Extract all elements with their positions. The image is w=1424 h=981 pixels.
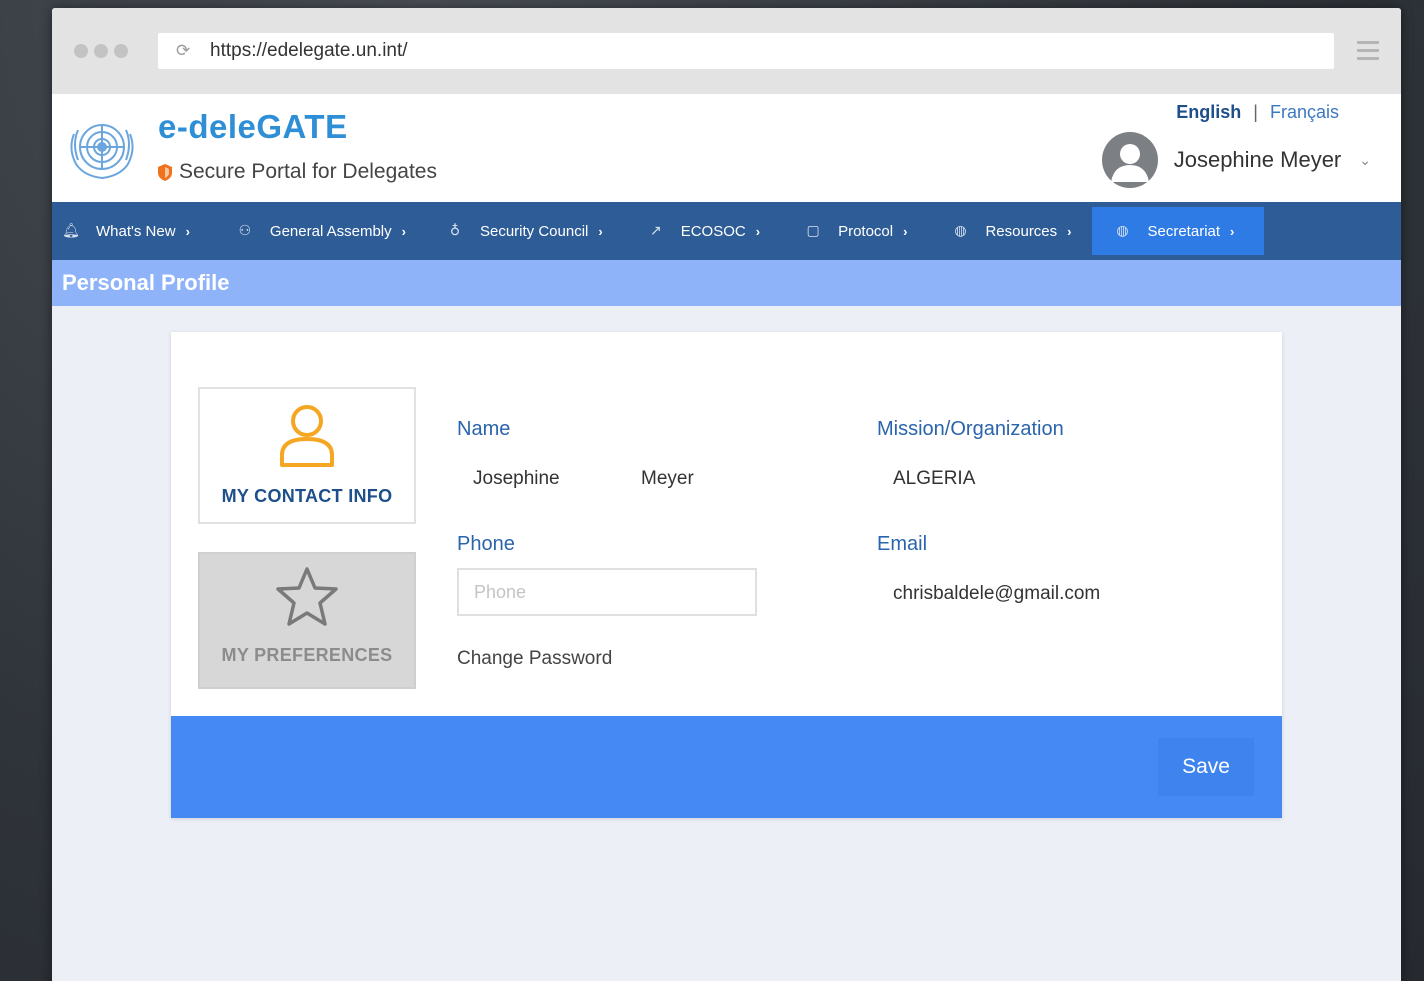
change-password-link[interactable]: Change Password (457, 648, 612, 670)
window-dot-maximize[interactable] (114, 44, 128, 58)
mission-value: ALGERIA (893, 468, 976, 489)
save-button[interactable]: Save (1158, 738, 1254, 796)
my-contact-info-tile[interactable]: MY CONTACT INFO (198, 387, 416, 524)
email-label: Email (877, 533, 928, 555)
browser-window: ⟳ https://edelegate.un.int/ e-deleGATE S… (52, 8, 1401, 981)
last-name-value: Meyer (641, 468, 694, 489)
name-label: Name (457, 418, 511, 440)
globe-icon: ◍ (954, 223, 967, 239)
nav-label: Protocol (838, 222, 894, 240)
chevron-right-icon: › (1067, 223, 1072, 239)
brand-title[interactable]: e-deleGATE (158, 108, 348, 146)
avatar[interactable] (1101, 132, 1158, 188)
site-header: e-deleGATE Secure Portal for Delegates E… (52, 94, 1401, 202)
nav-item-whats-new[interactable]: 🔔︎ What's New › (52, 202, 198, 260)
chevron-right-icon: › (185, 223, 190, 239)
reload-icon[interactable]: ⟳ (176, 42, 194, 60)
nav-item-secretariat[interactable]: ◍ Secretariat › (1091, 207, 1265, 255)
user-name[interactable]: Josephine Meyer (1174, 147, 1342, 173)
main-nav: 🔔︎ What's New › ⚇ General Assembly › ♁ S… (52, 202, 1401, 260)
nav-item-resources[interactable]: ◍ Resources › (941, 202, 1079, 260)
first-name-value: Josephine (473, 468, 560, 489)
user-menu[interactable]: Josephine Meyer ⌄ (1101, 132, 1371, 188)
user-silhouette-icon (1110, 144, 1149, 182)
tagline-text: Secure Portal for Delegates (179, 160, 437, 183)
nav-label: What's New (96, 222, 176, 240)
phone-label: Phone (457, 533, 515, 555)
tagline: Secure Portal for Delegates (158, 160, 437, 184)
nav-label: Security Council (479, 222, 589, 240)
people-icon: ⚇ (238, 223, 252, 239)
globe-icon: ◍ (1116, 223, 1129, 239)
nav-label: Resources (985, 222, 1058, 240)
browser-chrome: ⟳ https://edelegate.un.int/ (52, 8, 1401, 94)
nav-label: General Assembly (269, 222, 392, 240)
page-title: Personal Profile (52, 260, 1401, 306)
tile-label: MY CONTACT INFO (221, 486, 393, 506)
chevron-right-icon: › (903, 223, 908, 239)
chevron-right-icon: › (1230, 223, 1235, 239)
language-switcher: English | Français (1176, 102, 1339, 123)
mission-label: Mission/Organization (877, 418, 1064, 440)
lang-french[interactable]: Français (1270, 102, 1339, 122)
chevron-right-icon: › (755, 223, 761, 239)
nav-item-general-assembly[interactable]: ⚇ General Assembly › (226, 202, 414, 260)
tile-label: MY PREFERENCES (221, 645, 393, 665)
card-footer: Save (171, 716, 1282, 818)
menu-icon[interactable] (1357, 41, 1379, 65)
trend-icon: ↗ (649, 223, 662, 239)
window-dot-minimize[interactable] (94, 44, 108, 58)
clipboard-icon: ▢ (806, 223, 820, 239)
chevron-right-icon: › (598, 223, 603, 239)
address-bar[interactable]: ⟳ https://edelegate.un.int/ (158, 33, 1334, 69)
star-icon (276, 567, 338, 626)
lang-english[interactable]: English (1176, 102, 1241, 122)
chevron-right-icon: › (401, 223, 406, 239)
window-controls (74, 44, 128, 58)
nav-label: Secretariat (1147, 222, 1221, 240)
nav-label: ECOSOC (680, 222, 746, 240)
nav-item-ecosoc[interactable]: ↗ ECOSOC › (637, 202, 768, 260)
window-dot-close[interactable] (74, 44, 88, 58)
my-preferences-tile[interactable]: MY PREFERENCES (198, 552, 416, 689)
user-outline-icon (280, 405, 334, 467)
nav-item-security-council[interactable]: ♁ Security Council › (436, 202, 611, 260)
chevron-down-icon[interactable]: ⌄ (1359, 152, 1371, 169)
lang-separator: | (1253, 102, 1258, 122)
email-value: chrisbaldele@gmail.com (893, 583, 1101, 604)
phone-input[interactable] (457, 568, 757, 616)
un-logo-icon (70, 124, 134, 180)
url-text: https://edelegate.un.int/ (210, 40, 408, 61)
shield-icon (158, 163, 172, 181)
profile-card: MY CONTACT INFO MY PREFERENCES Name Jose… (171, 332, 1282, 818)
nav-item-protocol[interactable]: ▢ Protocol › (794, 202, 915, 260)
bell-icon: 🔔︎ (62, 223, 80, 239)
award-icon: ♁ (449, 223, 461, 239)
